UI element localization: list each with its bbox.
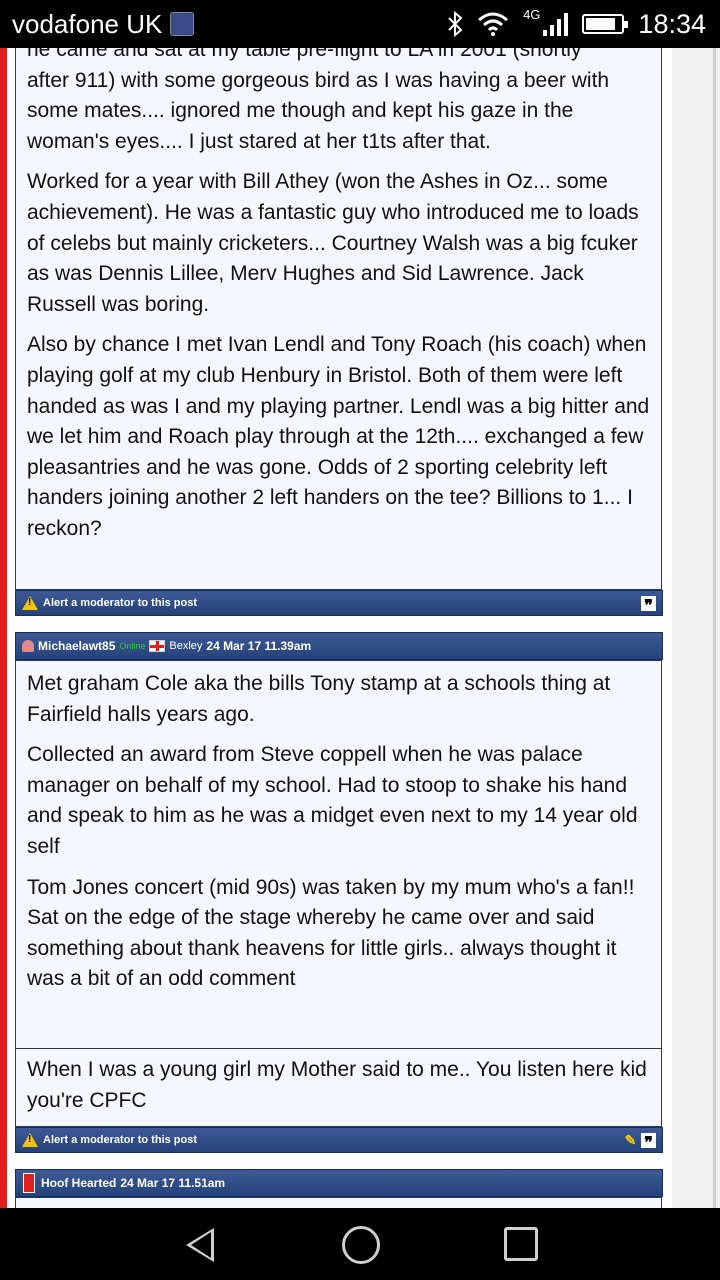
post-location: Bexley (169, 640, 203, 652)
scrollbar-thumb[interactable] (713, 48, 716, 1208)
post-signature: When I was a young girl my Mother said t… (15, 1048, 662, 1127)
post-username[interactable]: Hoof Hearted (41, 1176, 116, 1190)
post-header: Michaelawt85 Online Bexley 24 Mar 17 11.… (15, 632, 663, 660)
status-bar: vodafone UK 4G 18:34 (0, 0, 720, 48)
side-accent-bar (0, 48, 7, 1208)
forum-page[interactable]: he came and sat at my table pre-flight t… (0, 48, 720, 1208)
scrollbar-track[interactable] (672, 48, 720, 1208)
post-header: Hoof Hearted 24 Mar 17 11.51am (15, 1169, 663, 1197)
network-type: 4G (523, 6, 541, 22)
england-flag-icon (149, 640, 166, 652)
user-icon (22, 640, 34, 652)
edit-icon[interactable]: ✎ (623, 1132, 638, 1148)
avatar (23, 1173, 35, 1193)
quote-icon[interactable]: ❞ (641, 1132, 656, 1148)
post-body: Met graham Cole aka the bills Tony stamp… (15, 660, 662, 1049)
signal-icon (543, 13, 569, 36)
alert-moderator-link[interactable]: Alert a moderator to this post (43, 1134, 197, 1146)
recent-apps-icon[interactable] (504, 1227, 538, 1261)
post-paragraph: Also by chance I met Ivan Lendl and Tony… (27, 333, 650, 540)
post-paragraph-partial: he came and sat at my table pre-flight t… (27, 48, 582, 61)
post-timestamp: 24 Mar 17 11.51am (120, 1176, 226, 1190)
post-paragraph: after 911) with some gorgeous bird as I … (27, 68, 610, 153)
carrier-name: vodafone UK (12, 8, 163, 39)
quote-icon[interactable]: ❞ (641, 595, 656, 611)
bluetooth-icon (448, 11, 463, 37)
online-status: Online (119, 641, 146, 651)
battery-icon (582, 14, 629, 34)
alert-moderator-link[interactable]: Alert a moderator to this post (43, 597, 197, 609)
wifi-icon (478, 12, 509, 36)
signature-text: When I was a young girl my Mother said t… (27, 1058, 647, 1112)
post-paragraph: Worked for a year with Bill Athey (won t… (27, 170, 639, 316)
navigation-bar (0, 1208, 720, 1280)
post-username[interactable]: Michaelawt85 (38, 639, 115, 653)
post-body: he came and sat at my table pre-flight t… (15, 48, 662, 590)
post-paragraph: Met graham Cole aka the bills Tony stamp… (27, 672, 611, 726)
notification-icon (170, 12, 195, 36)
warning-icon (22, 1133, 38, 1147)
clock: 18:34 (638, 8, 706, 39)
post-footer: Alert a moderator to this post ✎ ❞ (15, 1127, 663, 1153)
post-body (15, 1197, 662, 1208)
home-icon[interactable] (342, 1226, 380, 1264)
post-footer: Alert a moderator to this post ❞ (15, 590, 663, 616)
post-paragraph: Tom Jones concert (mid 90s) was taken by… (27, 875, 635, 991)
back-icon[interactable] (186, 1228, 214, 1262)
warning-icon (22, 596, 38, 610)
post-paragraph: Collected an award from Steve coppell wh… (27, 743, 638, 858)
post-timestamp: 24 Mar 17 11.39am (206, 639, 312, 653)
status-icons: 4G 18:34 (447, 6, 706, 40)
